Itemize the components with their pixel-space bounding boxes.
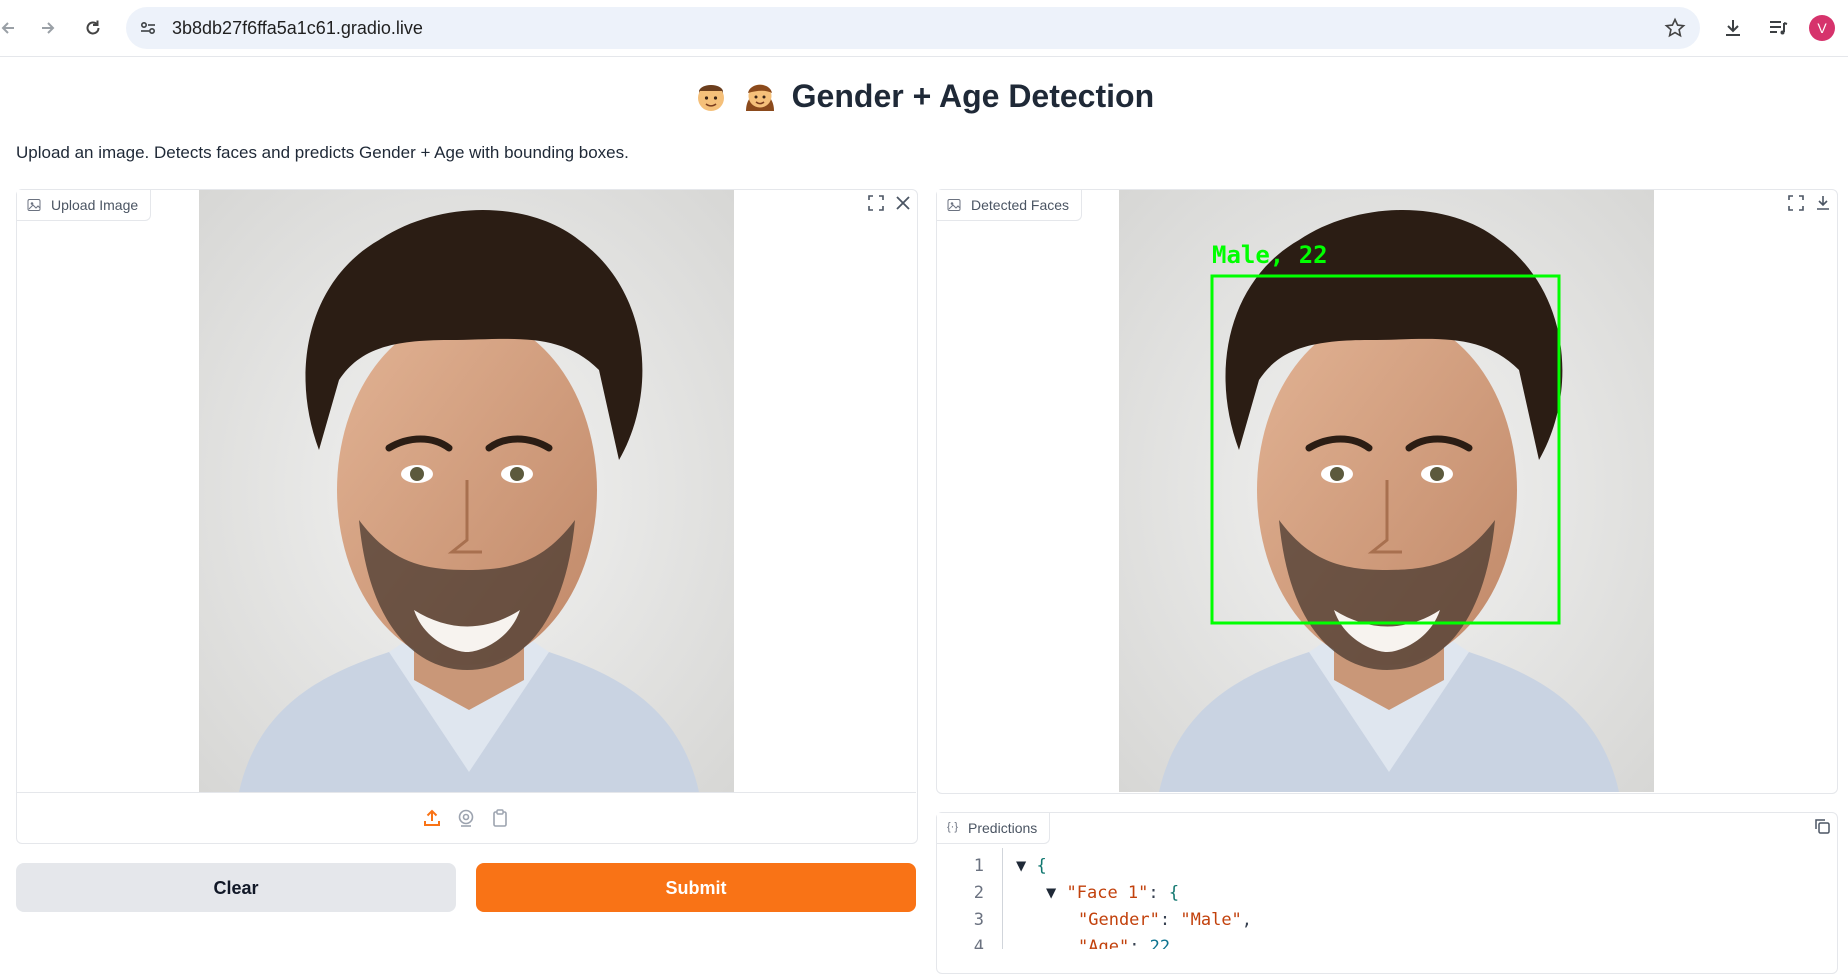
image-icon	[947, 199, 961, 211]
image-icon	[27, 199, 41, 211]
json-brace: {	[1036, 856, 1047, 876]
fullscreen-icon[interactable]	[1785, 192, 1807, 214]
line-number-gutter: 1 2 3 4	[936, 848, 1003, 949]
predictions-json-viewer[interactable]: 1 2 3 4 ▼ { ▼ "Face 1": { "Gender": "Mal…	[936, 848, 1836, 949]
bookmark-star-icon[interactable]	[1664, 17, 1686, 39]
man-emoji-icon	[694, 79, 728, 113]
json-value-age: 22	[1149, 937, 1171, 949]
clipboard-icon[interactable]	[490, 808, 510, 828]
json-line-4: "Age": 22	[1078, 937, 1170, 949]
forward-icon[interactable]	[34, 14, 62, 42]
upload-image-panel[interactable]: Upload Image	[16, 189, 918, 844]
json-brace: {	[1168, 883, 1180, 903]
detected-face-image: Male, 22	[1119, 190, 1654, 792]
profile-avatar[interactable]: V	[1809, 15, 1835, 41]
back-icon[interactable]	[0, 14, 22, 42]
line-number: 1	[973, 856, 984, 876]
page-title: Gender + Age Detection	[0, 78, 1848, 115]
image-source-toolbar	[16, 792, 916, 843]
json-braces-icon: {·}	[947, 821, 959, 833]
upload-image-label: Upload Image	[17, 190, 152, 221]
browser-toolbar: 3b8db27f6ffa5a1c61.gradio.live V	[0, 0, 1848, 57]
woman-emoji-icon	[743, 79, 777, 113]
json-line-1: ▼ {	[1016, 856, 1047, 876]
json-key-face: "Face 1"	[1066, 883, 1149, 903]
json-line-3: "Gender": "Male",	[1078, 910, 1253, 930]
json-line-2: ▼ "Face 1": {	[1046, 883, 1180, 903]
uploaded-face-image[interactable]	[199, 190, 734, 792]
predictions-label-text: Predictions	[968, 820, 1038, 836]
page-title-text: Gender + Age Detection	[791, 78, 1155, 114]
site-settings-icon[interactable]	[138, 18, 158, 38]
submit-button[interactable]: Submit	[476, 863, 916, 912]
webcam-icon[interactable]	[456, 808, 476, 828]
detected-faces-label: Detected Faces	[937, 190, 1083, 221]
upload-image-label-text: Upload Image	[51, 197, 139, 213]
predictions-label: {·} Predictions	[937, 813, 1051, 844]
detection-label: Male, 22	[1212, 241, 1328, 269]
reload-icon[interactable]	[79, 14, 107, 42]
download-icon[interactable]	[1812, 192, 1834, 214]
json-value-gender: "Male"	[1180, 910, 1242, 930]
line-number: 2	[973, 883, 984, 903]
json-key-age: "Age"	[1078, 937, 1130, 949]
json-key-gender: "Gender"	[1078, 910, 1160, 930]
copy-icon[interactable]	[1811, 815, 1833, 837]
collapse-toggle-icon[interactable]: ▼	[1016, 856, 1026, 876]
url-text[interactable]: 3b8db27f6ffa5a1c61.gradio.live	[172, 7, 423, 49]
detected-faces-label-text: Detected Faces	[971, 197, 1070, 213]
upload-icon[interactable]	[422, 808, 442, 828]
download-icon[interactable]	[1719, 14, 1747, 42]
fullscreen-icon[interactable]	[865, 192, 887, 214]
close-icon[interactable]	[892, 192, 914, 214]
collapse-toggle-icon[interactable]: ▼	[1046, 883, 1056, 903]
detected-faces-panel: Detected Faces Male, 22	[936, 189, 1838, 794]
page-description: Upload an image. Detects faces and predi…	[16, 143, 629, 162]
line-number: 4	[973, 937, 984, 949]
clear-button[interactable]: Clear	[16, 863, 456, 912]
address-bar[interactable]: 3b8db27f6ffa5a1c61.gradio.live	[126, 7, 1700, 49]
media-playlist-icon[interactable]	[1764, 14, 1792, 42]
line-number: 3	[973, 910, 984, 930]
